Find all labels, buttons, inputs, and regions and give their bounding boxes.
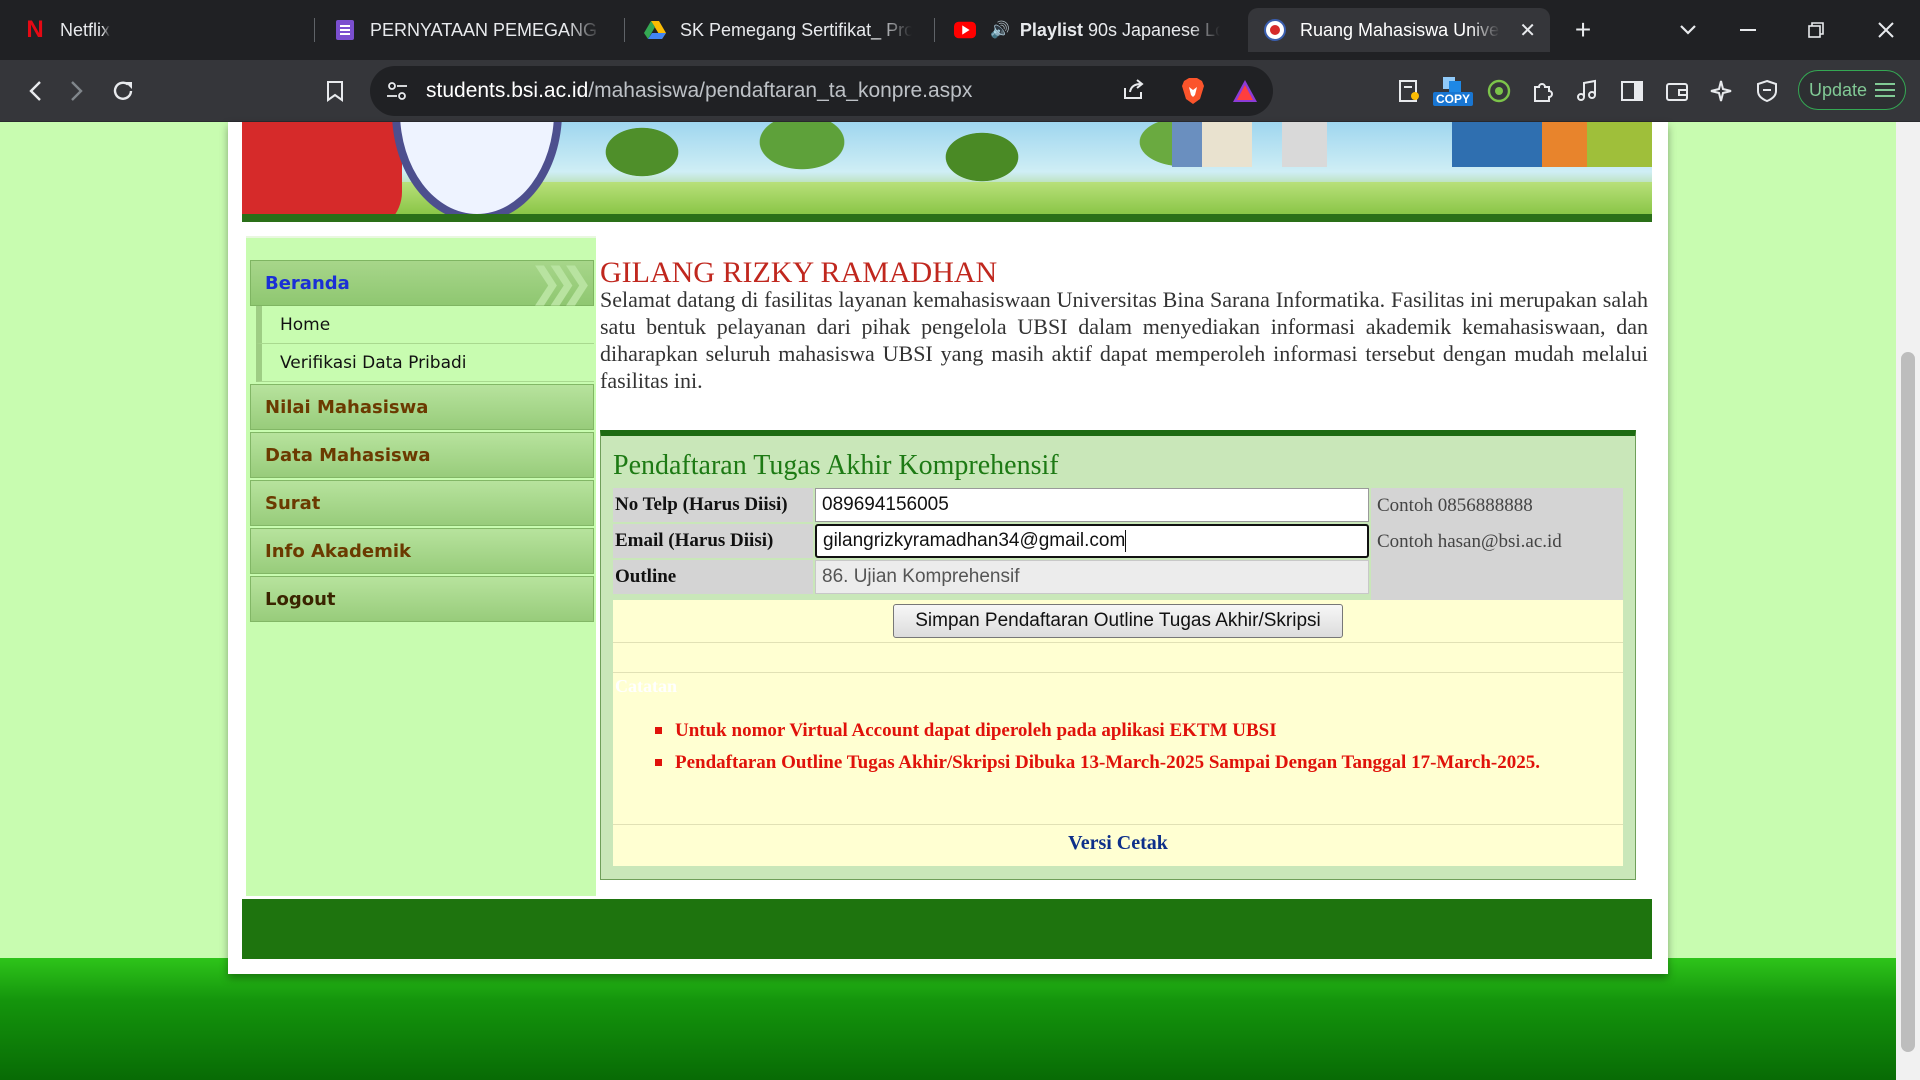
tab-separator [314,18,315,42]
form-table: No Telp (Harus Diisi) 089694156005 Conto… [613,488,1623,866]
tab-sk-pemegang[interactable]: SK Pemegang Sertifikat_ Prog [628,8,928,52]
email-label: Email (Harus Diisi) [613,524,813,558]
banner-building [1282,122,1327,167]
sidebar-panel-icon[interactable] [1617,76,1647,106]
bookmark-icon[interactable] [316,72,354,110]
phone-label: No Telp (Harus Diisi) [613,488,813,522]
brave-shield-icon[interactable] [1180,77,1206,110]
bullet-icon [655,759,662,766]
menu-hamburger-icon [1875,83,1896,97]
tab-title: Playlist 90s Japanese Lofi [1019,19,1220,40]
row-divider [613,642,1623,643]
phone-field[interactable]: 089694156005 [815,488,1369,522]
close-window-icon[interactable] [1868,12,1904,48]
welcome-text: Selamat datang di fasilitas layanan kema… [600,287,1648,393]
sidebar-item-info-akademik[interactable]: Info Akademik [250,528,594,574]
tab-title: Ruang Mahasiswa Univer [1300,19,1500,40]
banner-building [1587,122,1652,167]
tab-netflix[interactable]: N Netflix [8,8,308,52]
restore-icon[interactable] [1798,12,1834,48]
tab-title: Netflix [60,19,111,40]
forward-icon[interactable] [58,72,96,110]
web-page: Beranda ❯❯❯ Home Verifikasi Data Pribadi… [0,122,1920,1080]
email-hint: Contoh hasan@bsi.ac.id [1377,531,1562,552]
page-container: Beranda ❯❯❯ Home Verifikasi Data Pribadi… [228,122,1668,974]
print-version-link[interactable]: Versi Cetak [613,832,1623,855]
update-button[interactable]: Update [1798,70,1906,110]
banner-divider [242,214,1652,222]
student-name: GILANG RIZKY RAMADHAN [600,256,998,289]
logo-emblem [242,122,402,222]
save-registration-button[interactable]: Simpan Pendaftaran Outline Tugas Akhir/S… [893,604,1343,638]
sidebar-item-nilai-mahasiswa[interactable]: Nilai Mahasiswa [250,384,594,430]
copy-extension-icon[interactable]: COPY [1432,70,1474,112]
notes-list: Untuk nomor Virtual Account dapat dipero… [655,718,1605,782]
extension-doc-icon[interactable] [1394,76,1424,106]
forms-icon [334,19,356,41]
extensions-puzzle-icon[interactable] [1528,76,1558,106]
vpn-shield-icon[interactable] [1752,76,1782,106]
scrollbar-thumb[interactable] [1901,352,1915,1052]
tab-ruang-mahasiswa[interactable]: Ruang Mahasiswa Univer ✕ [1248,8,1550,52]
tab-title: PERNYATAAN PEMEGANG SEI [370,19,602,40]
row-divider [613,824,1623,825]
browser-toolbar: students.bsi.ac.id/mahasiswa/pendaftaran… [0,60,1920,122]
tab-separator [624,18,625,42]
background-grass [0,958,1896,1080]
tab-playlist[interactable]: 🔊 Playlist 90s Japanese Lofi [938,8,1238,52]
browser-tab-bar: N Netflix PERNYATAAN PEMEGANG SEI SK Pem… [0,0,1920,60]
outline-label: Outline [613,560,813,594]
sidebar-item-home[interactable]: Home [256,306,594,344]
page-scrollbar[interactable] [1896,122,1920,1080]
banner-building [1542,122,1587,167]
email-field[interactable]: gilangrizkyramadhan34@gmail.com [815,524,1369,558]
banner-building [1202,122,1252,167]
close-tab-icon[interactable]: ✕ [1519,18,1536,43]
youtube-icon [954,19,976,41]
new-tab-icon[interactable]: + [1565,12,1601,48]
banner-building [1172,122,1202,167]
sidebar-item-verifikasi-data-pribadi[interactable]: Verifikasi Data Pribadi [256,344,594,382]
note-item: Pendaftaran Outline Tugas Akhir/Skripsi … [655,750,1605,775]
row-divider [613,672,1623,673]
netflix-icon: N [26,16,44,43]
address-bar[interactable]: students.bsi.ac.id/mahasiswa/pendaftaran… [370,66,1273,116]
minimize-icon[interactable] [1730,12,1766,48]
bullet-icon [655,727,662,734]
double-chevron-icon: ❯❯❯ [529,260,594,306]
leo-ai-icon[interactable] [1706,76,1736,106]
url-text[interactable]: students.bsi.ac.id/mahasiswa/pendaftaran… [426,79,972,103]
grammar-extension-icon[interactable] [1484,76,1514,106]
ubsi-icon [1264,19,1286,41]
header-banner [242,122,1652,222]
brave-rewards-icon[interactable] [1232,79,1258,108]
page-footer [242,899,1652,959]
sidebar-item-data-mahasiswa[interactable]: Data Mahasiswa [250,432,594,478]
banner-building [1452,122,1542,167]
tab-pernyataan[interactable]: PERNYATAAN PEMEGANG SEI [318,8,618,52]
tab-title: SK Pemegang Sertifikat_ Prog [680,19,912,40]
notes-heading: Catatan [615,676,677,696]
sidebar-item-logout[interactable]: Logout [250,576,594,622]
phone-hint: Contoh 0856888888 [1377,495,1533,516]
back-icon[interactable] [16,72,54,110]
text-cursor [1125,530,1127,552]
sidebar-menu: Beranda ❯❯❯ Home Verifikasi Data Pribadi… [246,236,596,896]
sidebar-item-beranda[interactable]: Beranda ❯❯❯ [250,260,594,306]
share-icon[interactable] [1122,78,1146,106]
form-notes-area: Simpan Pendaftaran Outline Tugas Akhir/S… [613,600,1623,866]
media-music-icon[interactable] [1572,76,1602,106]
sidebar-item-surat[interactable]: Surat [250,480,594,526]
tab-separator [934,18,935,42]
note-item: Untuk nomor Virtual Account dapat dipero… [655,718,1605,743]
site-info-icon[interactable] [384,78,410,104]
wallet-icon[interactable] [1662,76,1692,106]
form-title: Pendaftaran Tugas Akhir Komprehensif [613,450,1059,481]
outline-field: 86. Ujian Komprehensif [815,560,1369,594]
speaker-icon[interactable]: 🔊 [990,20,1010,40]
drive-icon [644,19,666,41]
tab-search-chevron-icon[interactable] [1670,12,1706,48]
registration-form: Pendaftaran Tugas Akhir Komprehensif No … [600,430,1636,880]
reload-icon[interactable] [104,72,142,110]
